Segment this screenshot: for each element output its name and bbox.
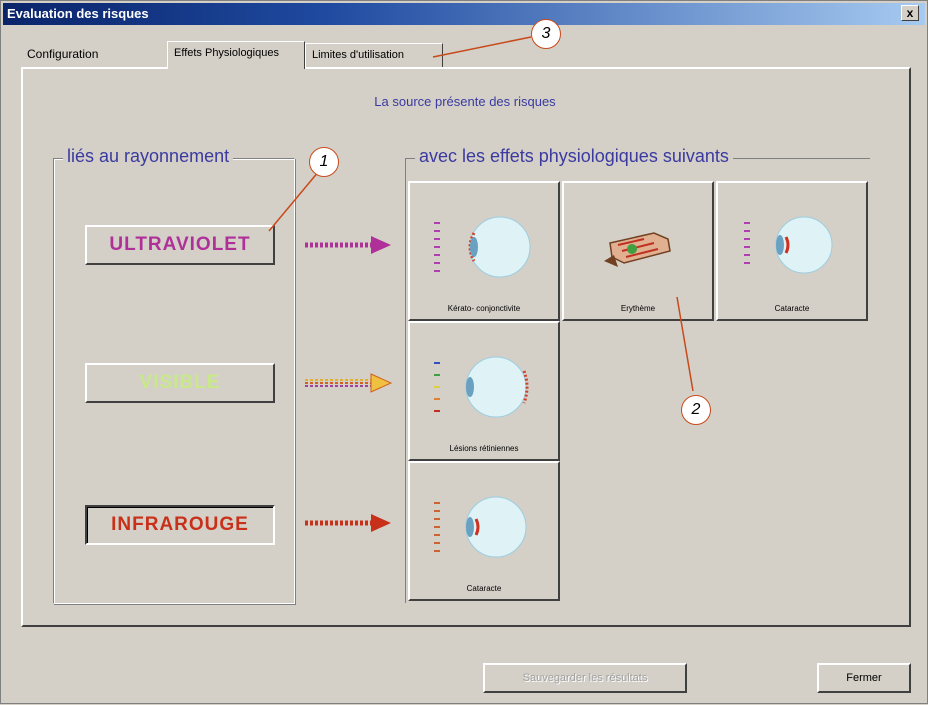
tab-configuration[interactable]: Configuration	[21, 43, 105, 67]
risk-source-text: La source présente des risques	[374, 94, 556, 109]
eye-retina-icon	[434, 356, 529, 418]
ir-arrow-icon	[305, 514, 391, 532]
effect-tile-lesions-retiniennes[interactable]: Lésions rétiniennes	[408, 321, 560, 461]
tab-effets-physiologiques[interactable]: Effets Physiologiques	[167, 41, 305, 69]
window-title: Evaluation des risques	[7, 6, 149, 21]
eye-lens-icon	[744, 216, 833, 274]
uv-arrow-icon	[305, 236, 391, 254]
effect-label: Cataracte	[774, 304, 810, 313]
close-button[interactable]: Fermer	[817, 663, 911, 693]
effect-tile-erytheme[interactable]: Erythème	[562, 181, 714, 321]
risk-evaluation-window: Evaluation des risques x Configuration E…	[0, 0, 928, 704]
callout-marker-3: 3	[531, 19, 561, 49]
radiation-group-title: liés au rayonnement	[63, 146, 234, 167]
effects-group-title: avec les effets physiologiques suivants	[415, 146, 733, 167]
eye-cornea-icon	[434, 216, 531, 278]
skin-burn-icon	[604, 232, 671, 267]
tab-limites-utilisation[interactable]: Limites d'utilisation	[305, 43, 443, 67]
effect-tile-cataracte-ir[interactable]: Cataracte	[408, 461, 560, 601]
effect-label: Cataracte	[466, 584, 502, 593]
infrarouge-button[interactable]: INFRAROUGE	[85, 505, 275, 545]
title-bar: Evaluation des risques x	[3, 3, 925, 25]
effect-label: Lésions rétiniennes	[449, 444, 519, 453]
close-window-button[interactable]: x	[901, 5, 919, 21]
visible-button[interactable]: VISIBLE	[85, 363, 275, 403]
visible-arrow-icon	[305, 373, 393, 393]
ultraviolet-button[interactable]: ULTRAVIOLET	[85, 225, 275, 265]
effect-label: Kérato- conjonctivite	[447, 304, 521, 313]
effect-tile-cataracte-uv[interactable]: Cataracte	[716, 181, 868, 321]
eye-lens-icon	[434, 496, 527, 558]
effect-tile-kerato-conjonctivite[interactable]: Kérato- conjonctivite	[408, 181, 560, 321]
callout-marker-1: 1	[309, 147, 339, 177]
save-results-button[interactable]: Sauvegarder les résultats	[483, 663, 687, 693]
callout-marker-2: 2	[681, 395, 711, 425]
effect-label: Erythème	[620, 304, 656, 313]
